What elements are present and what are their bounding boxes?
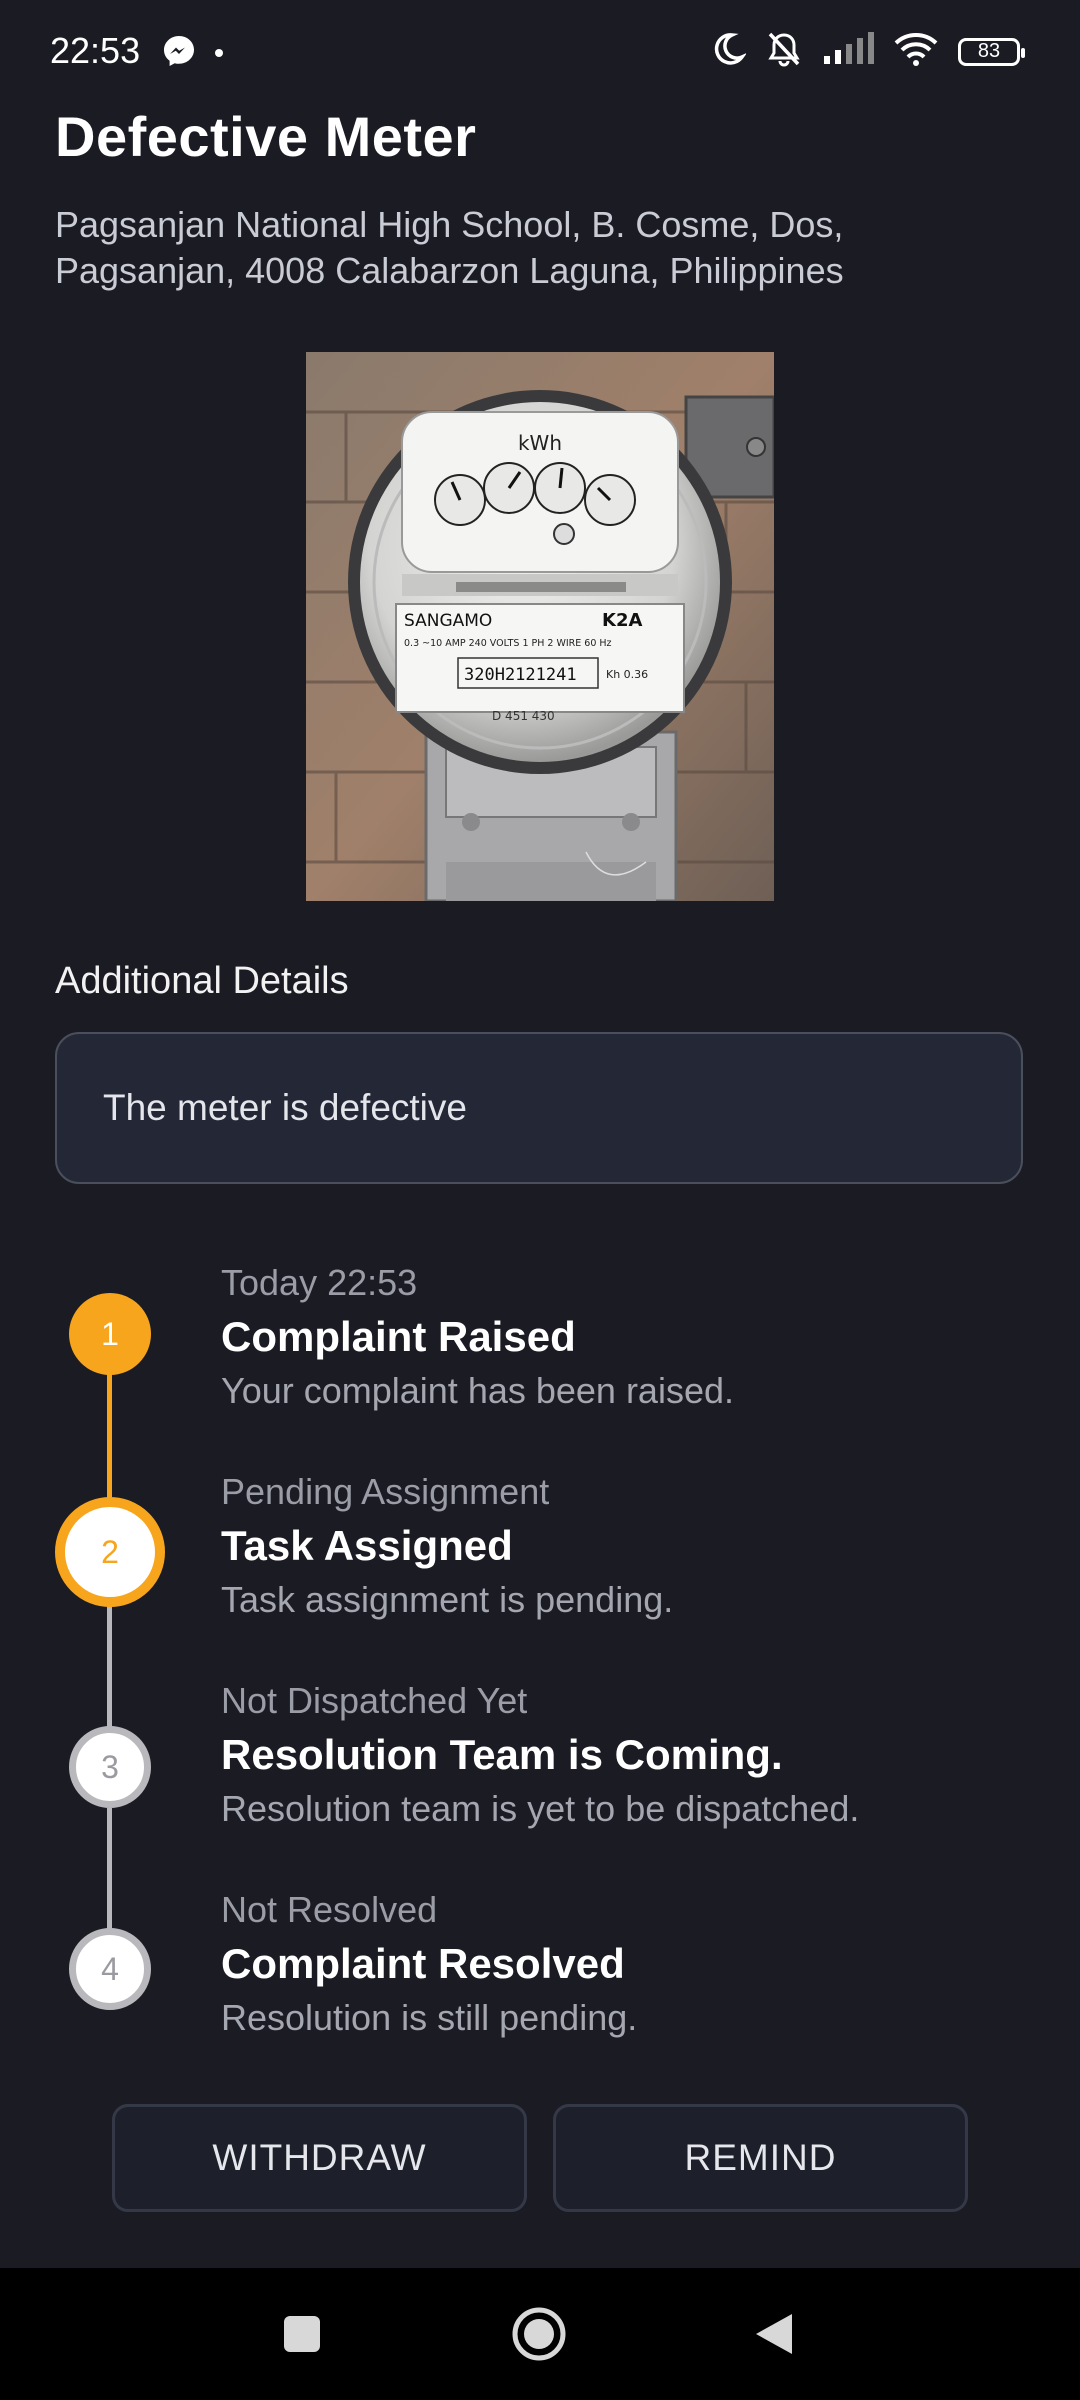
additional-details-box: The meter is defective: [55, 1032, 1023, 1184]
meter-kh: Kh 0.36: [606, 668, 648, 681]
timeline-line-3-4: [107, 1808, 112, 1932]
status-time: 22:53: [50, 30, 141, 71]
timeline-step-1-marker: 1: [69, 1293, 151, 1375]
timeline-step-2-marker: 2: [55, 1497, 165, 1607]
step-4-meta: Not Resolved: [221, 1889, 438, 1930]
step-1-meta: Today 22:53: [221, 1262, 418, 1303]
step-2-meta: Pending Assignment: [221, 1471, 550, 1512]
meter-serial: 320H2121241: [464, 665, 577, 685]
timeline-step-3: Not Dispatched Yet Resolution Team is Co…: [221, 1675, 859, 1835]
timeline-step-4: Not Resolved Complaint Resolved Resoluti…: [221, 1884, 637, 2044]
additional-details-label: Additional Details: [55, 960, 349, 1002]
timeline-step-2: Pending Assignment Task Assigned Task as…: [221, 1466, 673, 1626]
meter-spec: 0.3 ~10 AMP 240 VOLTS 1 PH 2 WIRE 60 Hz: [404, 638, 612, 649]
bell-off-icon: [766, 30, 802, 73]
nav-home-icon[interactable]: [511, 2306, 567, 2367]
meter-model: K2A: [602, 610, 642, 631]
step-3-meta: Not Dispatched Yet: [221, 1680, 528, 1721]
timeline-line-1-2: [107, 1374, 112, 1510]
dot-icon: [214, 45, 224, 63]
nav-square-icon[interactable]: [282, 2314, 322, 2359]
signal-icon: [822, 32, 874, 71]
meter-brand: SANGAMO: [404, 611, 492, 631]
address-line-2: Pagsanjan, 4008 Calabarzon Laguna, Phili…: [55, 250, 844, 291]
nav-back-icon[interactable]: [752, 2310, 796, 2363]
timeline-step-1: Today 22:53 Complaint Raised Your compla…: [221, 1257, 734, 1417]
step-1-title: Complaint Raised: [221, 1313, 576, 1360]
address-line-1: Pagsanjan National High School, B. Cosme…: [55, 204, 844, 245]
complaint-address: Pagsanjan National High School, B. Cosme…: [55, 202, 995, 294]
remind-button[interactable]: REMIND: [553, 2104, 968, 2212]
step-1-desc: Your complaint has been raised.: [221, 1370, 734, 1411]
timeline-step-3-marker: 3: [69, 1726, 151, 1808]
step-2-desc: Task assignment is pending.: [221, 1579, 674, 1620]
step-3-desc: Resolution team is yet to be dispatched.: [221, 1788, 860, 1829]
step-2-title: Task Assigned: [221, 1522, 513, 1569]
withdraw-button[interactable]: WITHDRAW: [112, 2104, 527, 2212]
timeline-step-4-marker: 4: [69, 1928, 151, 2010]
status-bar: 22:53 83: [0, 0, 1080, 104]
battery-icon: 83: [958, 37, 1025, 66]
step-4-title: Complaint Resolved: [221, 1940, 625, 1987]
messenger-icon: [162, 34, 196, 73]
additional-details-text: The meter is defective: [103, 1087, 467, 1128]
moon-icon: [710, 31, 748, 72]
wifi-icon: [894, 32, 938, 71]
meter-dial-label: kWh: [518, 431, 562, 455]
step-3-title: Resolution Team is Coming.: [221, 1731, 783, 1778]
timeline-line-2-3: [107, 1600, 112, 1728]
step-4-desc: Resolution is still pending.: [221, 1997, 638, 2038]
navigation-bar: [0, 2268, 1080, 2400]
meter-photo[interactable]: kWh SANGAMO K2A 0.3 ~10 AMP 240 VOLTS 1 …: [306, 352, 774, 901]
page-title: Defective Meter: [55, 105, 477, 168]
meter-number: D 451 430: [492, 709, 555, 723]
